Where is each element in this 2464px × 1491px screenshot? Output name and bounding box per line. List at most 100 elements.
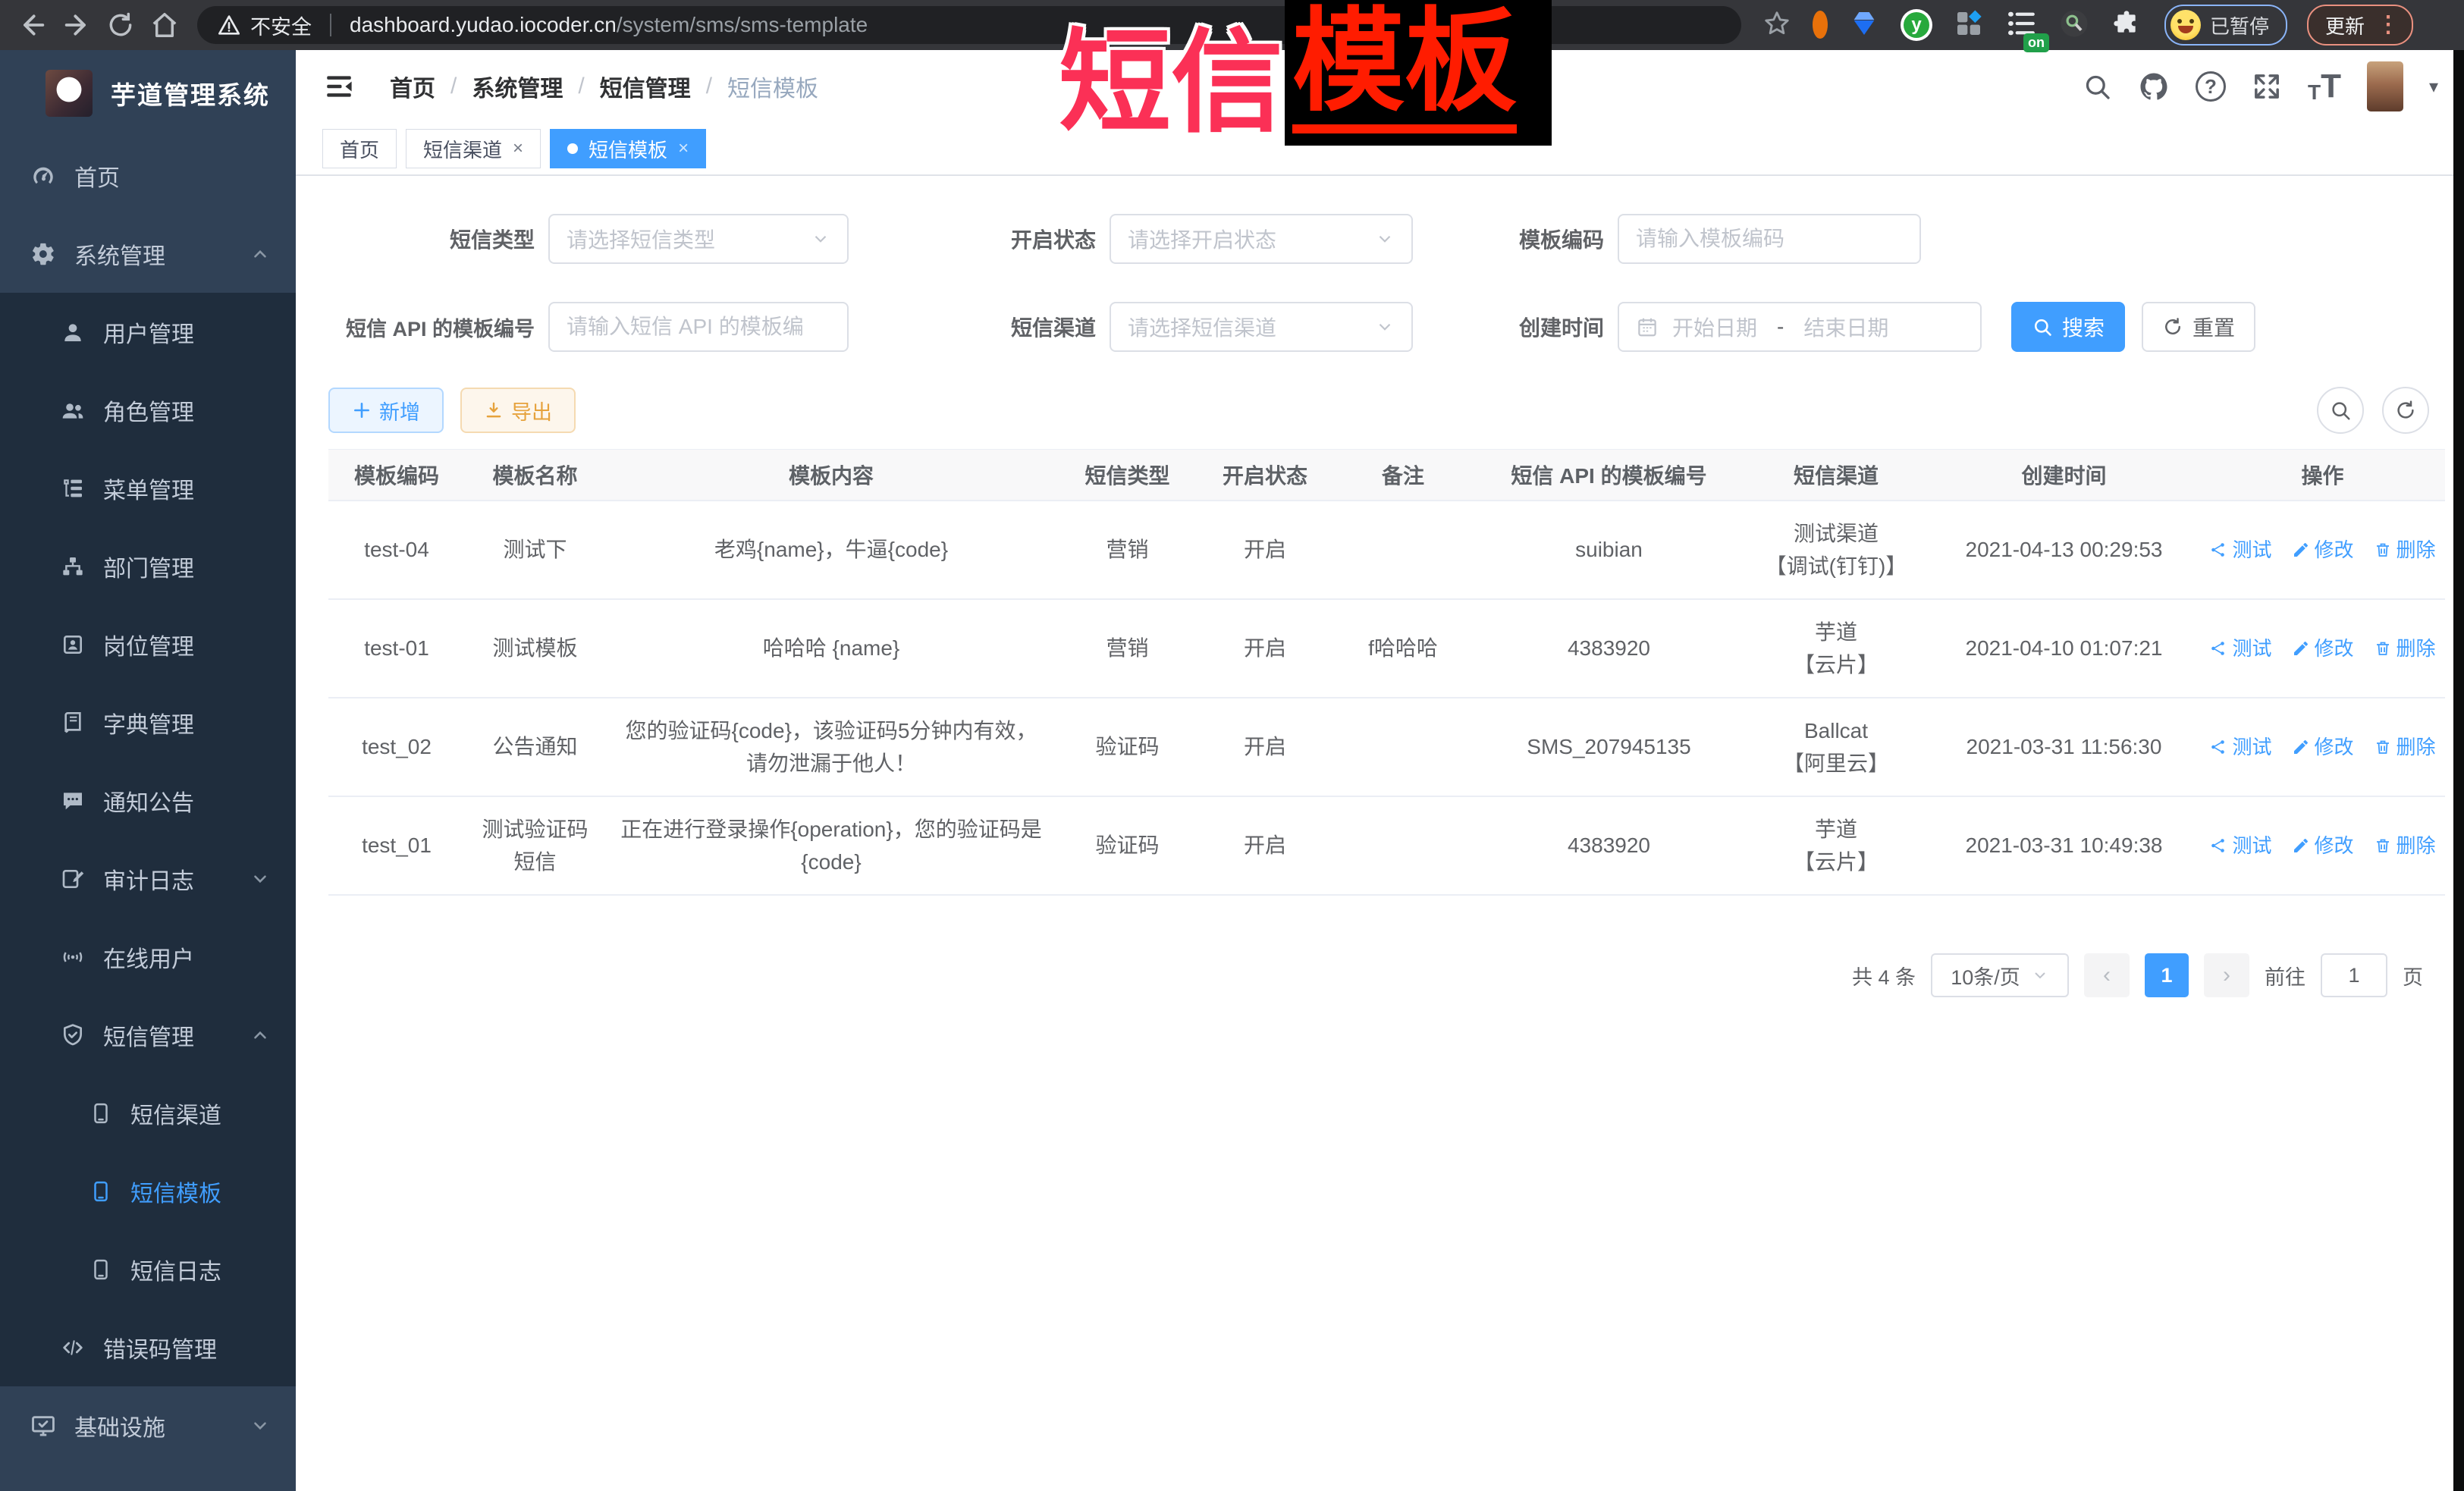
dashboard-icon [30,163,56,189]
prev-page-button[interactable]: ‹ [2084,953,2130,997]
api-template-id-input[interactable] [548,302,849,352]
delete-action[interactable]: 删除 [2374,732,2436,762]
edit-action[interactable]: 修改 [2292,535,2354,565]
export-button[interactable]: 导出 [460,388,576,433]
delete-action[interactable]: 删除 [2374,830,2436,861]
page-unit-label: 页 [2403,961,2423,990]
sidebar-item-user-mgmt[interactable]: 用户管理 [0,293,296,371]
test-action[interactable]: 测试 [2209,732,2271,762]
github-icon[interactable] [2138,71,2170,102]
monitor-icon [30,1413,56,1439]
column-header: 短信渠道 [1744,450,1928,501]
page-number-1[interactable]: 1 [2145,953,2189,997]
search-icon[interactable] [2082,71,2112,102]
reset-button[interactable]: 重置 [2142,302,2255,352]
next-page-button[interactable]: › [2204,953,2249,997]
test-action[interactable]: 测试 [2209,535,2271,565]
extension-orange-ring-icon[interactable] [1813,18,1828,32]
extension-list-icon[interactable]: on [2005,8,2037,43]
sms-type-select[interactable]: 请选择短信类型 [548,214,849,264]
status-select[interactable]: 请选择开启状态 [1110,214,1413,264]
breadcrumb-item[interactable]: 短信管理 [600,70,691,103]
sidebar-collapse-icon[interactable] [323,71,355,102]
extension-gem-icon[interactable] [1849,8,1879,42]
search-button[interactable]: 搜索 [2011,302,2125,352]
extension-on-badge: on [2023,33,2049,52]
tab-home[interactable]: 首页 [322,129,397,168]
sidebar-item-dept-mgmt[interactable]: 部门管理 [0,527,296,605]
delete-action[interactable]: 删除 [2374,535,2436,565]
tab-sms-template[interactable]: 短信模板× [550,129,706,168]
sidebar-item-sms-log[interactable]: 短信日志 [0,1230,296,1308]
edit-action[interactable]: 修改 [2292,633,2354,664]
template-code-input[interactable] [1618,214,1921,264]
url-bar[interactable]: 不安全 dashboard.yudao.iocoder.cn/system/sm… [197,6,1741,44]
font-size-icon[interactable]: TT [2308,70,2341,103]
channel-select[interactable]: 请选择短信渠道 [1110,302,1413,352]
sidebar-item-label: 通知公告 [103,784,194,818]
sidebar-item-sms-template[interactable]: 短信模板 [0,1152,296,1230]
sidebar-item-dict-mgmt[interactable]: 字典管理 [0,683,296,761]
browser-forward-button[interactable] [55,3,99,47]
id-badge-icon [61,632,85,657]
browser-back-button[interactable] [11,3,55,47]
sidebar-item-online-users[interactable]: 在线用户 [0,918,296,996]
chevron-down-icon [1375,317,1395,337]
sidebar-item-audit-log[interactable]: 审计日志 [0,840,296,918]
sidebar-item-role-mgmt[interactable]: 角色管理 [0,371,296,449]
add-button[interactable]: 新增 [328,388,444,433]
search-icon [2032,316,2053,337]
sidebar-item-menu-mgmt[interactable]: 菜单管理 [0,449,296,527]
book-icon [61,711,85,735]
extensions-puzzle-icon[interactable] [2111,8,2142,42]
date-range-picker[interactable]: 开始日期 - 结束日期 [1618,302,1982,352]
security-label: 不安全 [250,11,312,40]
table-header-row: 模板编码 模板名称 模板内容 短信类型 开启状态 备注 短信 API 的模板编号… [328,450,2445,501]
column-header: 创建时间 [1928,450,2200,501]
sidebar-item-system-mgmt[interactable]: 系统管理 [0,215,296,293]
breadcrumb-item[interactable]: 首页 [390,70,435,103]
delete-action[interactable]: 删除 [2374,633,2436,664]
sidebar-item-sms-channel[interactable]: 短信渠道 [0,1074,296,1152]
edit-action[interactable]: 修改 [2292,732,2354,762]
omnibox-divider [330,14,331,36]
browser-profile-chip[interactable]: 已暂停 [2164,5,2287,46]
browser-update-button[interactable]: 更新 ⋮ [2307,5,2413,46]
table-refresh-button[interactable] [2382,387,2429,434]
sidebar-item-label: 基础设施 [74,1409,165,1442]
sidebar-item-sms-mgmt[interactable]: 短信管理 [0,996,296,1074]
fullscreen-icon[interactable] [2252,71,2282,102]
browser-reload-button[interactable] [99,3,143,47]
extension-grid-icon[interactable] [1954,8,1984,42]
sidebar-item-error-code-mgmt[interactable]: 错误码管理 [0,1308,296,1386]
column-header: 模板内容 [605,450,1057,501]
chevron-down-icon [2031,966,2049,984]
user-avatar[interactable] [2367,61,2403,111]
goto-page-input[interactable] [2321,953,2387,997]
sidebar-item-notice-mgmt[interactable]: 通知公告 [0,761,296,840]
browser-menu-dots-icon[interactable]: ⋮ [2377,14,2400,36]
sidebar-item-label: 首页 [74,159,120,193]
test-action[interactable]: 测试 [2209,633,2271,664]
breadcrumb-item[interactable]: 系统管理 [472,70,563,103]
page-size-select[interactable]: 10条/页 [1931,953,2069,997]
test-action[interactable]: 测试 [2209,830,2271,861]
table-search-toggle-button[interactable] [2317,387,2364,434]
tab-close-icon[interactable]: × [513,138,523,159]
bookmark-star-icon[interactable] [1762,9,1791,42]
avatar-caret-down-icon[interactable]: ▾ [2429,76,2438,98]
tab-close-icon[interactable]: × [678,138,689,159]
sidebar-item-post-mgmt[interactable]: 岗位管理 [0,605,296,683]
extension-green-y-icon[interactable]: y [1901,9,1932,41]
browser-home-button[interactable] [143,3,187,47]
sidebar-item-infrastructure[interactable]: 基础设施 [0,1386,296,1464]
edit-action[interactable]: 修改 [2292,830,2354,861]
help-icon[interactable]: ? [2196,71,2226,102]
sidebar-item-label: 短信渠道 [130,1097,221,1130]
sidebar-item-home[interactable]: 首页 [0,137,296,215]
extension-magnifier-icon[interactable] [2058,8,2090,43]
table-toolbar: 新增 导出 [328,387,2429,434]
filter-channel: 短信渠道 请选择短信渠道 [891,302,1413,352]
org-tree-icon [61,554,85,579]
tab-sms-channel[interactable]: 短信渠道× [406,129,541,168]
